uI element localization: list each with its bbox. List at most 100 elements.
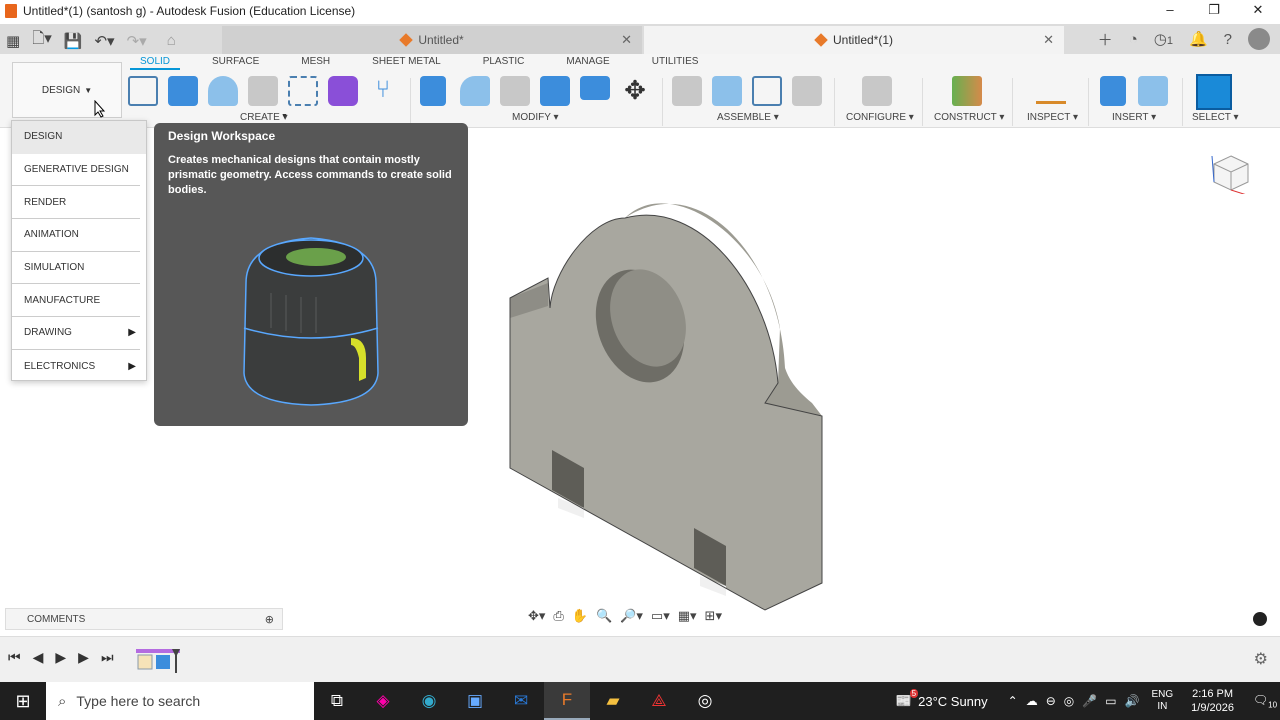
- workspace-menu-item-animation[interactable]: ANIMATION: [12, 219, 140, 252]
- workspace-menu-item-render[interactable]: RENDER: [12, 186, 140, 220]
- as-built-joint-icon[interactable]: [752, 76, 782, 106]
- notifications-bell-icon[interactable]: 🔔: [1189, 30, 1208, 48]
- extensions-icon[interactable]: ◔: [1129, 31, 1138, 48]
- zoom-window-icon[interactable]: 🔎▾: [620, 608, 643, 624]
- copilot-icon[interactable]: ◈: [360, 682, 406, 720]
- add-comment-icon[interactable]: ⊕: [265, 613, 274, 626]
- workspace-menu-item-design[interactable]: DESIGN: [12, 121, 146, 154]
- close-button[interactable]: ✕: [1236, 0, 1280, 22]
- data-panel-grid-icon[interactable]: ▦: [6, 32, 20, 50]
- hole-icon[interactable]: [248, 76, 278, 106]
- gear-icon[interactable]: ⚙: [1254, 649, 1268, 669]
- select-icon[interactable]: [1196, 74, 1232, 110]
- 3d-model-part[interactable]: [500, 178, 840, 618]
- viewports-icon[interactable]: ⊞▾: [705, 608, 722, 624]
- fusion-taskbar-icon[interactable]: F: [544, 682, 590, 720]
- step-back-icon[interactable]: ◀: [33, 649, 44, 666]
- redo-icon[interactable]: ↷▾: [127, 32, 147, 50]
- form-icon[interactable]: [328, 76, 358, 106]
- windows-start-icon[interactable]: ⊞: [0, 691, 46, 712]
- create-sketch-icon[interactable]: [128, 76, 158, 106]
- bill-of-materials-icon[interactable]: [792, 76, 822, 106]
- viewcube-icon[interactable]: [1210, 152, 1252, 194]
- tab-manage[interactable]: MANAGE: [556, 56, 619, 70]
- workspace-menu-item-generative-design[interactable]: GENERATIVE DESIGN: [12, 154, 140, 187]
- microphone-icon[interactable]: 🎤: [1082, 694, 1097, 708]
- outlook-icon[interactable]: ✉: [498, 682, 544, 720]
- display-settings-icon[interactable]: ▭▾: [651, 608, 670, 624]
- offset-face-icon[interactable]: [580, 76, 610, 100]
- go-to-start-icon[interactable]: ⏮: [8, 649, 21, 666]
- tab-untitled-1[interactable]: Untitled*(1) ✕: [644, 26, 1064, 54]
- insert-derive-icon[interactable]: [1100, 76, 1126, 106]
- network-icon[interactable]: ▭: [1105, 694, 1116, 708]
- taskbar-search-input[interactable]: ⌕ Type here to search: [46, 682, 314, 720]
- fillet-icon[interactable]: [460, 76, 490, 106]
- insert-canvas-icon[interactable]: [1138, 76, 1168, 106]
- notification-center-icon[interactable]: 🗨10: [1250, 693, 1280, 709]
- look-at-icon[interactable]: ⎙: [553, 608, 563, 624]
- construct-plane-icon[interactable]: [952, 76, 982, 106]
- tab-utilities[interactable]: UTILITIES: [642, 56, 709, 70]
- clock[interactable]: 2:16 PM 1/9/2026: [1191, 687, 1234, 715]
- file-menu-icon[interactable]: 🗋▾: [32, 28, 52, 53]
- tab-sheet-metal[interactable]: SHEET METAL: [362, 56, 451, 70]
- orbit-icon[interactable]: ✥▾: [528, 608, 545, 624]
- pattern-icon[interactable]: [288, 76, 318, 106]
- modify-group-label[interactable]: MODIFY ▾: [512, 112, 559, 123]
- cloud-icon[interactable]: ☁: [1026, 694, 1038, 708]
- zoom-icon[interactable]: 🔍: [596, 608, 612, 624]
- workspace-menu-item-drawing[interactable]: DRAWING ▶: [12, 317, 140, 350]
- language-indicator[interactable]: ENG IN: [1152, 689, 1174, 713]
- store-icon[interactable]: ▣: [452, 682, 498, 720]
- step-forward-icon[interactable]: ▶: [78, 649, 89, 666]
- revolve-icon[interactable]: [208, 76, 238, 106]
- orientation-indicator-icon[interactable]: [1253, 612, 1267, 626]
- extrude-icon[interactable]: [168, 76, 198, 106]
- insert-group-label[interactable]: INSERT ▾: [1112, 112, 1156, 123]
- inspect-group-label[interactable]: INSPECT ▾: [1027, 112, 1078, 123]
- tab-untitled[interactable]: Untitled* ✕: [222, 26, 642, 54]
- restore-button[interactable]: ❐: [1192, 0, 1236, 22]
- meet-icon[interactable]: ⊖: [1046, 694, 1056, 708]
- shell-icon[interactable]: [500, 76, 530, 106]
- weather-widget[interactable]: 📰 5 23°C Sunny: [896, 689, 988, 709]
- comments-panel[interactable]: COMMENTS ⊕: [5, 608, 283, 630]
- home-icon[interactable]: ⌂: [167, 32, 176, 49]
- measure-icon[interactable]: [1036, 84, 1066, 104]
- save-icon[interactable]: 💾: [64, 32, 83, 50]
- workspace-menu-item-electronics[interactable]: ELECTRONICS ▶: [12, 350, 140, 383]
- recorder-icon[interactable]: ◎: [682, 682, 728, 720]
- edge-browser-icon[interactable]: ◉: [406, 682, 452, 720]
- new-tab-icon[interactable]: ＋: [1098, 29, 1113, 50]
- move-icon[interactable]: ✥: [620, 76, 650, 106]
- tab-surface[interactable]: SURFACE: [202, 56, 269, 70]
- user-avatar[interactable]: [1248, 28, 1270, 50]
- grid-settings-icon[interactable]: ▦▾: [678, 608, 697, 624]
- play-icon[interactable]: ▶: [55, 649, 66, 666]
- task-view-icon[interactable]: ⧉: [314, 682, 360, 720]
- assemble-group-label[interactable]: ASSEMBLE ▾: [717, 112, 779, 123]
- volume-icon[interactable]: 🔊: [1125, 694, 1140, 708]
- configure-group-label[interactable]: CONFIGURE ▾: [846, 112, 914, 123]
- go-to-end-icon[interactable]: ⏭: [101, 649, 114, 666]
- new-component-icon[interactable]: [672, 76, 702, 106]
- acrobat-icon[interactable]: ⟁: [636, 682, 682, 720]
- tab-solid[interactable]: SOLID: [130, 56, 181, 70]
- fillet-tree-icon[interactable]: ⑂: [368, 76, 398, 106]
- construct-group-label[interactable]: CONSTRUCT ▾: [934, 112, 1004, 123]
- tab-close-icon[interactable]: ✕: [1043, 32, 1054, 48]
- job-status-icon[interactable]: ◷1: [1154, 30, 1173, 48]
- file-explorer-icon[interactable]: ▰: [590, 682, 636, 720]
- press-pull-icon[interactable]: [420, 76, 446, 106]
- camera-icon[interactable]: ◎: [1064, 694, 1074, 708]
- minimize-button[interactable]: –: [1148, 0, 1192, 22]
- workspace-menu-item-simulation[interactable]: SIMULATION: [12, 252, 140, 285]
- joint-icon[interactable]: [712, 76, 742, 106]
- pan-hand-icon[interactable]: ✋: [572, 608, 588, 624]
- combine-icon[interactable]: [540, 76, 570, 106]
- select-group-label[interactable]: SELECT ▾: [1192, 112, 1239, 123]
- configure-icon[interactable]: [862, 76, 892, 106]
- undo-icon[interactable]: ↶▾: [94, 32, 114, 50]
- chevron-up-icon[interactable]: ⌃: [1008, 694, 1018, 708]
